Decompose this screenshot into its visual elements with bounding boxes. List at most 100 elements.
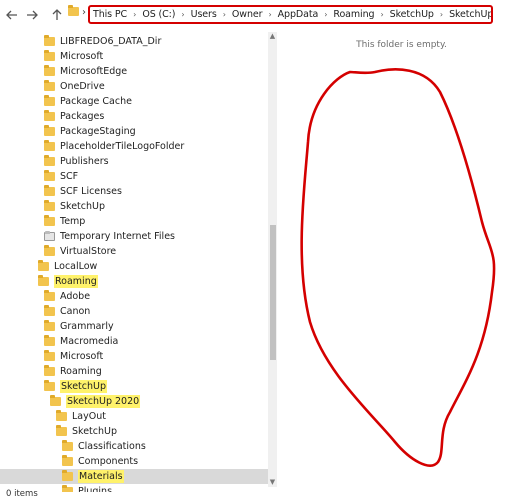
folder-icon	[44, 95, 55, 106]
tree-item-label: Temporary Internet Files	[60, 231, 175, 242]
tree-item-label: SketchUp	[60, 201, 105, 212]
breadcrumb-item[interactable]: SketchUp	[389, 9, 435, 20]
tree-item-label: SketchUp	[60, 380, 107, 393]
breadcrumb-separator-icon[interactable]: ›	[375, 10, 388, 19]
folder-icon	[44, 35, 55, 46]
tree-item-label: Classifications	[78, 441, 146, 452]
scrollbar-thumb[interactable]	[270, 225, 276, 360]
tree-item[interactable]: Temp	[0, 214, 268, 229]
folder-icon	[44, 185, 55, 196]
tree-item[interactable]: Temporary Internet Files	[0, 229, 268, 244]
folder-icon	[44, 320, 55, 331]
breadcrumb-item[interactable]: OS (C:)	[141, 9, 176, 20]
tree-item-label: Materials	[78, 470, 124, 483]
tree-item[interactable]: Microsoft	[0, 49, 268, 64]
folder-icon	[44, 305, 55, 316]
tree-item[interactable]: Publishers	[0, 154, 268, 169]
breadcrumb-separator-icon[interactable]: ›	[319, 10, 332, 19]
folder-icon	[44, 65, 55, 76]
folder-icon	[38, 260, 49, 271]
tree-item-label: SketchUp	[72, 426, 117, 437]
status-bar-item-count: 0 items	[6, 489, 38, 499]
folder-icon	[62, 440, 73, 451]
tree-item-label: Roaming	[54, 275, 98, 288]
folder-icon	[44, 335, 55, 346]
folder-icon	[44, 50, 55, 61]
tree-item[interactable]: SketchUp	[0, 424, 268, 439]
tree-item[interactable]: Materials	[0, 469, 268, 484]
tree-item[interactable]: Package Cache	[0, 94, 268, 109]
folder-icon	[44, 110, 55, 121]
tree-item[interactable]: Adobe	[0, 289, 268, 304]
breadcrumb-item[interactable]: Owner	[231, 9, 264, 20]
tree-item[interactable]: LIBFREDO6_DATA_Dir	[0, 34, 268, 49]
tree-item-label: LIBFREDO6_DATA_Dir	[60, 36, 162, 47]
tree-item[interactable]: Canon	[0, 304, 268, 319]
arrow-left-icon	[6, 10, 17, 20]
tree-item-label: Macromedia	[60, 336, 119, 347]
folder-icon	[68, 5, 79, 16]
tree-item[interactable]: Packages	[0, 109, 268, 124]
folder-icon	[62, 455, 73, 466]
tree-item[interactable]: Roaming	[0, 274, 268, 289]
tree-item[interactable]: Roaming	[0, 364, 268, 379]
folder-icon	[44, 290, 55, 301]
tree-item-label: LocalLow	[54, 261, 98, 272]
tree-item[interactable]: Classifications	[0, 439, 268, 454]
tree-item[interactable]: MicrosoftEdge	[0, 64, 268, 79]
tree-item[interactable]: LayOut	[0, 409, 268, 424]
tree-item-label: Microsoft	[60, 351, 104, 362]
tree-item[interactable]: SCF Licenses	[0, 184, 268, 199]
tree-item[interactable]: Macromedia	[0, 334, 268, 349]
arrow-up-icon	[52, 9, 62, 20]
tree-item[interactable]: PlaceholderTileLogoFolder	[0, 139, 268, 154]
folder-icon	[50, 395, 61, 406]
back-button[interactable]	[4, 7, 20, 23]
navigation-tree: LIBFREDO6_DATA_Dir Microsoft MicrosoftEdge…	[0, 32, 268, 492]
breadcrumb-separator-icon[interactable]: ›	[128, 10, 141, 19]
folder-icon	[44, 200, 55, 211]
tree-item-label: LayOut	[72, 411, 106, 422]
tree-item-label: SCF	[60, 171, 79, 182]
folder-icon	[44, 365, 55, 376]
breadcrumb-separator-icon[interactable]: ›	[218, 10, 231, 19]
tree-item-label: MicrosoftEdge	[60, 66, 128, 77]
breadcrumb-separator-icon[interactable]: ›	[263, 10, 276, 19]
tree-item-label: VirtualStore	[60, 246, 117, 257]
breadcrumb: This PC › OS (C:) › Users › Owner › AppData › Roam…	[88, 5, 493, 24]
breadcrumb-item[interactable]: SketchUp 2020	[448, 9, 491, 20]
tree-item[interactable]: SketchUp	[0, 379, 268, 394]
tree-item[interactable]: Grammarly	[0, 319, 268, 334]
tree-item[interactable]: Microsoft	[0, 349, 268, 364]
scroll-down-icon[interactable]: ▼	[268, 478, 277, 487]
scroll-up-icon[interactable]: ▲	[268, 32, 277, 41]
breadcrumb-item[interactable]: Roaming	[332, 9, 375, 20]
tree-item-label: Grammarly	[60, 321, 114, 332]
folder-icon	[44, 231, 55, 241]
breadcrumb-item[interactable]: Users	[190, 9, 218, 20]
tree-item[interactable]: LocalLow	[0, 259, 268, 274]
breadcrumb-item[interactable]: This PC	[92, 9, 128, 20]
address-bar-row: › This PC › OS (C:) › Users › Owner › AppData › Ro…	[0, 0, 523, 32]
breadcrumb-separator-icon[interactable]: ›	[176, 10, 189, 19]
folder-icon	[56, 410, 67, 421]
folder-icon	[44, 155, 55, 166]
breadcrumb-item[interactable]: AppData	[277, 9, 320, 20]
tree-item-label: Canon	[60, 306, 91, 317]
tree-item[interactable]: Components	[0, 454, 268, 469]
tree-item[interactable]: SketchUp 2020	[0, 394, 268, 409]
file-list-pane[interactable]: This folder is empty.	[280, 32, 523, 487]
tree-item[interactable]: SCF	[0, 169, 268, 184]
tree-item[interactable]: VirtualStore	[0, 244, 268, 259]
folder-icon	[44, 215, 55, 226]
tree-item[interactable]: PackageStaging	[0, 124, 268, 139]
tree-item-label: OneDrive	[60, 81, 105, 92]
breadcrumb-separator-icon[interactable]: ›	[435, 10, 448, 19]
folder-icon	[44, 170, 55, 181]
tree-item-label: Components	[78, 456, 139, 467]
tree-item[interactable]: OneDrive	[0, 79, 268, 94]
forward-button[interactable]	[24, 7, 40, 23]
tree-item[interactable]: SketchUp	[0, 199, 268, 214]
tree-item-label: Roaming	[60, 366, 102, 377]
up-button[interactable]	[49, 7, 65, 23]
